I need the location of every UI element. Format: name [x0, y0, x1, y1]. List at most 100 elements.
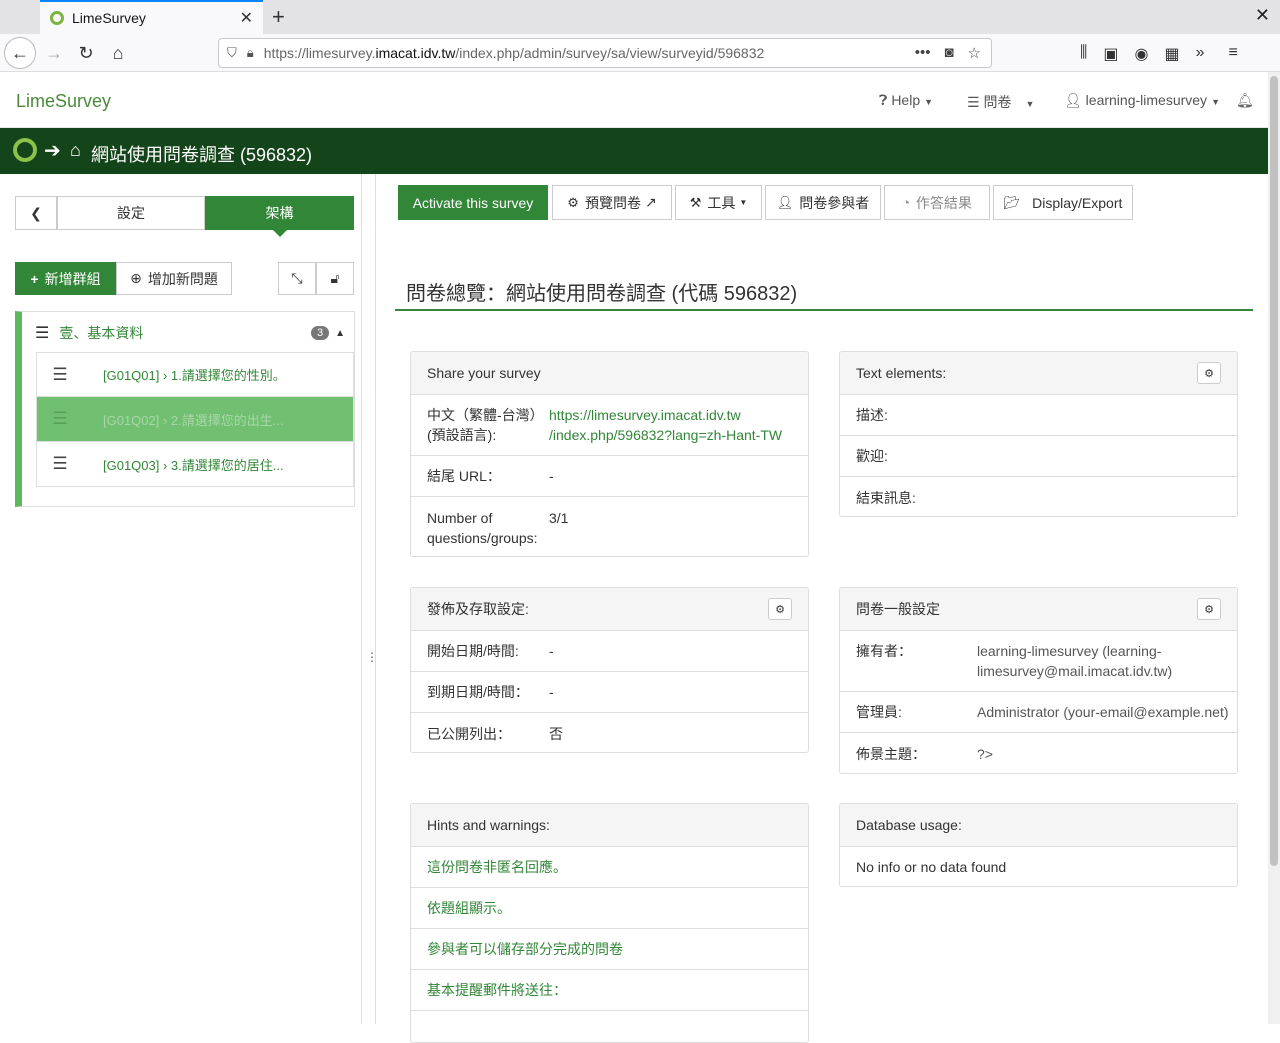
address-bar[interactable]: ⛉ 🔒︎ https://limesurvey.imacat.idv.tw/in…: [218, 38, 992, 68]
drag-handle-icon[interactable]: ☰: [37, 454, 83, 474]
gear-icon: ⚙: [567, 194, 579, 210]
tools-dropdown-button[interactable]: ⚒ 工具 ▼: [675, 185, 762, 220]
start-date-row: 開始日期/時間: -: [411, 631, 808, 672]
survey-public-link[interactable]: https://limesurvey.imacat.idv.tw/index.p…: [549, 407, 782, 443]
public-listing-row: 已公開列出： 否: [427, 725, 563, 742]
tab-settings[interactable]: 設定: [57, 196, 205, 230]
list-icon: ☰: [967, 94, 980, 110]
sidebar-toggle-icon[interactable]: ▣: [1103, 44, 1118, 64]
question-label[interactable]: [G01Q02] › 2.請選擇您的出生...: [83, 410, 284, 429]
sidebar-resize-handle[interactable]: ⋮: [362, 174, 378, 1024]
question-count-row: Number of questions/groups: 3/1: [427, 510, 569, 546]
tracking-shield-icon[interactable]: ⛉: [227, 45, 237, 61]
collapse-all-button[interactable]: ⤡: [278, 262, 316, 295]
browser-tab[interactable]: LimeSurvey ✕: [40, 0, 263, 34]
theme-row: 佈景主題： ?>: [856, 745, 993, 762]
panel-title: Share your survey: [411, 352, 808, 395]
overflow-chevron-icon[interactable]: »: [1196, 44, 1205, 64]
home-icon[interactable]: ⌂: [70, 140, 81, 161]
surveys-menu[interactable]: ☰ 問卷 ▼: [967, 92, 1034, 112]
participants-button[interactable]: 👤︎ 問卷參與者: [765, 185, 881, 220]
question-group-header[interactable]: ☰ 壹、基本資料 3 ▲: [35, 322, 345, 344]
tab-close-icon[interactable]: ✕: [240, 8, 253, 28]
page-scrollbar[interactable]: [1268, 72, 1280, 1024]
question-item-selected[interactable]: ☰ [G01Q02] › 2.請選擇您的出生...: [36, 397, 354, 442]
home-icon[interactable]: ⌂: [102, 37, 134, 69]
plus-icon: +: [30, 270, 39, 287]
drag-handle-icon[interactable]: ☰: [37, 365, 83, 385]
pocket-icon[interactable]: ◙: [944, 44, 953, 62]
settings-cogs-icon[interactable]: ⚙: [1197, 362, 1221, 384]
external-link-icon: ↗: [644, 194, 657, 210]
lock-icon[interactable]: 🔒︎: [247, 45, 254, 61]
survey-titlebar: ➔ ⌂ 網站使用問卷調查 (596832): [0, 128, 1268, 174]
extensions-icon[interactable]: ▦: [1164, 44, 1179, 64]
back-arrow-icon[interactable]: ←: [4, 37, 36, 69]
bookmark-star-icon[interactable]: ☆: [968, 44, 981, 62]
question-label[interactable]: [G01Q01] › 1.請選擇您的性別。: [83, 365, 286, 384]
app-topbar: LimeSurvey ❓︎ Help ▼ ☰ 問卷 ▼ 👤︎ learning-li…: [0, 72, 1268, 128]
question-label[interactable]: [G01Q03] › 3.請選擇您的居住...: [83, 455, 284, 474]
browser-tab-strip: LimeSurvey ✕ + ✕: [0, 0, 1280, 34]
window-close-icon[interactable]: ✕: [1255, 5, 1270, 26]
plus-circle-icon: ⊕: [130, 270, 142, 286]
arrow-right-icon: ➔: [44, 140, 61, 162]
drag-handle-icon[interactable]: ☰: [35, 323, 49, 343]
user-icon: 👤︎: [776, 194, 794, 210]
reload-icon[interactable]: ↻: [70, 37, 102, 69]
panel-title: Text elements: ⚙: [840, 352, 1237, 395]
responses-button[interactable]: ◔ 作答結果: [884, 185, 990, 220]
welcome-row: 歡迎:: [840, 436, 1237, 477]
add-question-button[interactable]: ⊕ 增加新問題: [116, 262, 232, 295]
limesurvey-favicon-icon: [50, 11, 64, 25]
chevron-left-icon: ❮: [30, 204, 42, 221]
url-text[interactable]: https://limesurvey.imacat.idv.tw/index.p…: [264, 45, 915, 61]
heading-divider: [395, 309, 1253, 311]
limesurvey-logo-icon[interactable]: [13, 138, 37, 162]
hint-item: 參與者可以儲存部分完成的問卷: [411, 929, 808, 970]
hamburger-menu-icon[interactable]: ≡: [1229, 44, 1238, 64]
tab-structure[interactable]: 架構: [205, 196, 354, 237]
add-group-button[interactable]: + 新增群組: [15, 262, 116, 295]
activate-survey-button[interactable]: Activate this survey: [398, 185, 548, 220]
lock-toggle-button[interactable]: 🔓︎: [316, 262, 354, 295]
new-tab-icon[interactable]: +: [272, 4, 285, 30]
notification-bell-icon[interactable]: 🔔︎: [1236, 92, 1254, 109]
settings-cogs-icon[interactable]: ⚙: [1197, 598, 1221, 620]
question-item[interactable]: ☰ [G01Q03] › 3.請選擇您的居住...: [36, 442, 354, 487]
settings-cogs-icon[interactable]: ⚙: [768, 598, 792, 620]
question-item[interactable]: ☰ [G01Q01] › 1.請選擇您的性別。: [36, 352, 354, 397]
group-name[interactable]: 壹、基本資料: [59, 323, 311, 343]
preview-survey-button[interactable]: ⚙ 預覽問卷 ↗: [552, 185, 672, 220]
sidebar: [0, 174, 362, 1024]
question-count-badge: 3: [310, 326, 330, 340]
page-actions-icon[interactable]: •••: [915, 44, 931, 62]
survey-title[interactable]: 網站使用問卷調查 (596832): [91, 141, 312, 167]
sidebar-collapse-button[interactable]: ❮: [15, 196, 57, 230]
account-icon[interactable]: ◉: [1135, 44, 1149, 64]
publication-settings-panel: 發佈及存取設定: ⚙ 開始日期/時間: - 到期日期/時間： - 已公開列出： …: [410, 587, 809, 753]
library-icon[interactable]: ⫼: [1080, 44, 1087, 64]
question-tree: ☰ 壹、基本資料 3 ▲ ☰ [G01Q01] › 1.請選擇您的性別。 ☰ […: [15, 311, 355, 507]
unlock-icon: 🔓︎: [330, 270, 340, 286]
help-menu[interactable]: ❓︎ Help ▼: [879, 92, 933, 109]
owner-row: 擁有者： learning-limesurvey (learning- lime…: [840, 631, 1237, 692]
user-menu[interactable]: 👤︎ learning-limesurvey ▼: [1064, 92, 1220, 109]
caret-up-icon[interactable]: ▲: [335, 328, 345, 339]
panel-title: 發佈及存取設定: ⚙: [411, 588, 808, 631]
brand-logo-text[interactable]: LimeSurvey: [16, 91, 111, 112]
panel-title: Hints and warnings:: [411, 804, 808, 847]
panel-title: Database usage:: [840, 804, 1237, 847]
user-icon: 👤︎: [1064, 92, 1082, 108]
question-circle-icon: ❓︎: [879, 92, 888, 108]
caret-down-icon: ▼: [739, 198, 748, 207]
forward-arrow-icon[interactable]: →: [38, 37, 70, 69]
display-export-button[interactable]: 📂︎ Display/Export: [993, 185, 1133, 220]
tab-title: LimeSurvey: [72, 10, 146, 26]
hint-item: 這份問卷非匿名回應。: [411, 847, 808, 888]
page-title: 問卷總覽：網站使用問卷調查 (代碼 596832): [406, 283, 798, 305]
drag-handle-icon[interactable]: ☰: [37, 409, 83, 429]
scrollbar-thumb[interactable]: [1270, 76, 1278, 866]
expiry-date-row: 到期日期/時間： -: [411, 672, 808, 713]
folder-open-icon: 📂︎: [1003, 194, 1021, 210]
